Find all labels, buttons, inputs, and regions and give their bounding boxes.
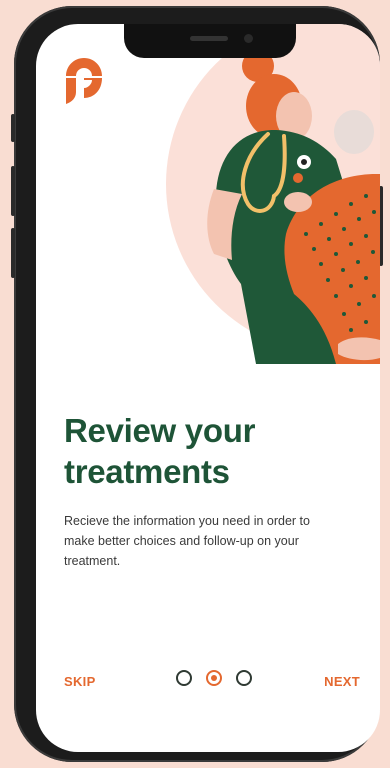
app-screen: Review your treatments Recieve the infor… [36,24,380,752]
phone-notch [124,24,296,58]
page-dot-3[interactable] [236,670,252,686]
onboarding-title: Review your treatments [64,410,364,492]
page-dot-2[interactable] [206,670,222,686]
page-indicator [176,670,252,686]
brand-logo-icon [66,58,102,104]
phone-volume-down [11,228,15,278]
onboarding-description: Recieve the information you need in orde… [64,514,310,568]
page-dot-1[interactable] [176,670,192,686]
phone-side-button [11,114,15,142]
skip-button[interactable]: SKIP [64,674,96,689]
notch-camera [244,34,253,43]
next-button[interactable]: NEXT [324,674,360,689]
notch-speaker [190,36,228,41]
onboarding-title-line-2: treatments [64,453,230,490]
onboarding-title-line-1: Review your [64,412,256,449]
phone-volume-up [11,166,15,216]
phone-frame: Review your treatments Recieve the infor… [11,6,383,762]
